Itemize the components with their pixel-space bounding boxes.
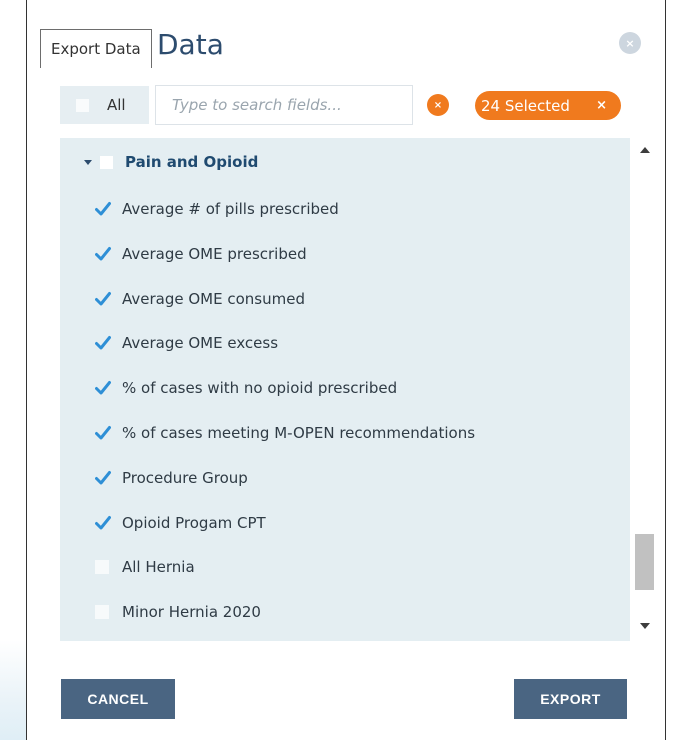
list-item[interactable]: Minor Hernia 2020: [95, 601, 261, 623]
checkmark-icon[interactable]: [95, 201, 111, 217]
search-input[interactable]: [155, 85, 413, 125]
export-data-tab[interactable]: Export Data: [40, 29, 152, 68]
checkmark-icon[interactable]: [95, 335, 111, 351]
clear-selection-icon[interactable]: ×: [596, 98, 607, 113]
list-item[interactable]: Procedure Group: [95, 467, 248, 489]
selected-count-badge[interactable]: 24 Selected ×: [475, 91, 621, 120]
scroll-down-arrow-icon[interactable]: [640, 623, 650, 629]
select-all-box[interactable]: [76, 98, 89, 112]
item-label: % of cases with no opioid prescribed: [122, 379, 398, 398]
list-item[interactable]: Average OME prescribed: [95, 243, 307, 265]
clear-search-symbol: ×: [433, 99, 443, 111]
item-label: Procedure Group: [122, 468, 248, 487]
list-item[interactable]: Average OME consumed: [95, 288, 305, 310]
item-checkbox[interactable]: [95, 605, 109, 620]
dialog-title: Data: [157, 28, 224, 61]
item-label: Average OME prescribed: [122, 244, 307, 263]
checkmark-icon[interactable]: [95, 515, 111, 531]
item-label: Average OME excess: [122, 334, 279, 353]
checkmark-icon[interactable]: [95, 470, 111, 486]
list-item[interactable]: % of cases with no opioid prescribed: [95, 377, 397, 399]
list-item[interactable]: Opioid Progam CPT: [95, 512, 266, 534]
selected-count-text: 24 Selected: [481, 96, 570, 115]
item-label: Average # of pills prescribed: [122, 200, 339, 218]
checkmark-icon[interactable]: [95, 291, 111, 307]
field-list: Pain and Opioid Average # of pills presc…: [60, 138, 630, 641]
clear-search-icon[interactable]: ×: [427, 94, 449, 116]
list-item[interactable]: All Hernia: [95, 556, 195, 578]
item-checkbox[interactable]: [95, 560, 109, 575]
item-label: Minor Hernia 2020: [122, 603, 261, 622]
list-item[interactable]: % of cases meeting M-OPEN recommendation…: [95, 422, 475, 444]
select-all-label: All: [107, 96, 126, 114]
select-all-checkbox[interactable]: All: [60, 86, 149, 124]
list-item[interactable]: Average OME excess: [95, 332, 278, 354]
group-label: Pain and Opioid: [125, 153, 259, 171]
group-row-pain-and-opioid[interactable]: Pain and Opioid: [84, 151, 258, 173]
export-button[interactable]: EXPORT: [514, 679, 627, 719]
list-item[interactable]: Average # of pills prescribed: [95, 198, 339, 220]
scrollbar-thumb[interactable]: [635, 534, 654, 590]
item-label: Average OME consumed: [122, 289, 305, 308]
checkmark-icon[interactable]: [95, 425, 111, 441]
scrollbar[interactable]: [633, 138, 657, 641]
export-data-dialog: Export Data Data × All × 24 Selected × P…: [26, 0, 666, 740]
checkmark-icon[interactable]: [95, 380, 111, 396]
caret-down-icon[interactable]: [84, 159, 92, 165]
close-symbol: ×: [625, 36, 635, 50]
background-panel: [0, 640, 26, 740]
scroll-up-arrow-icon[interactable]: [640, 147, 650, 153]
checkmark-icon[interactable]: [95, 246, 111, 262]
item-label: All Hernia: [122, 558, 195, 577]
cancel-button[interactable]: CANCEL: [61, 679, 175, 719]
close-icon[interactable]: ×: [619, 32, 641, 54]
item-label: % of cases meeting M-OPEN recommendation…: [122, 424, 476, 442]
item-label: Opioid Progam CPT: [122, 513, 266, 532]
group-checkbox[interactable]: [100, 155, 113, 169]
